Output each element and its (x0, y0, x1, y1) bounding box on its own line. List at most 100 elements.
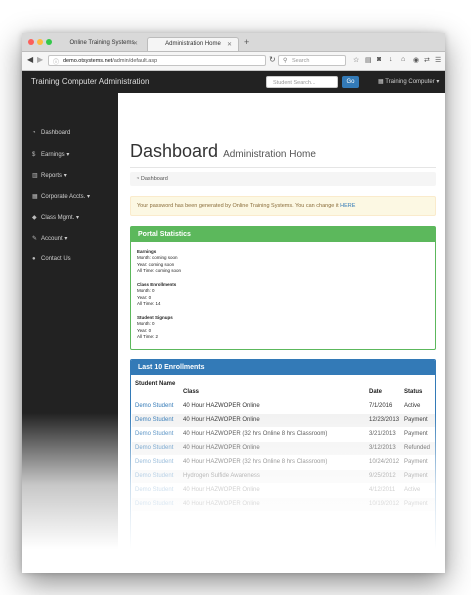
status-cell: Active (404, 487, 421, 493)
browser-tab-active[interactable]: Administration Home ✕ (147, 37, 239, 51)
main-content: Dashboard Administration Home ◔ Dashboar… (118, 93, 445, 573)
student-name-link[interactable]: Demo Student (135, 487, 173, 493)
student-name-link[interactable]: Demo Student (135, 501, 173, 507)
table-row: Demo Student 40 Hour HAZWOPER Online 7/1… (132, 400, 435, 413)
caret-down-icon: ▾ (87, 194, 91, 200)
sidebar-item-corporate-accts[interactable]: ▦ Corporate Accts. ▾ (32, 193, 90, 200)
class-cell: 40 Hour HAZWOPER (32 hrs Online 8 hrs Cl… (183, 431, 328, 437)
sidebar-item-earnings[interactable]: $ Earnings ▾ (32, 151, 69, 158)
date-cell: 9/25/2012 (369, 473, 396, 479)
sidebar-item-label: Dashboard (41, 130, 71, 136)
alert-text: Your password has been generated by Onli… (137, 203, 339, 209)
stat-all-time: All Time: coming soon (137, 267, 182, 273)
menu-icon[interactable]: ☰ (435, 56, 441, 64)
tab-label: Administration Home (165, 41, 221, 47)
dashboard-icon: ◔ (32, 130, 36, 136)
browser-toolbar: ◀ ▶ ⓘ demo.otsystems.net/admin/default.a… (22, 52, 445, 71)
maximize-window-icon[interactable] (46, 39, 52, 45)
share-icon[interactable]: ⇄ (424, 56, 430, 64)
sidebar-item-contact-us[interactable]: ● Contact Us (32, 256, 71, 262)
mortarboard-icon: ◆ (32, 215, 37, 221)
column-header-student-name: Student Name (135, 381, 176, 387)
sidebar-item-label: Contact Us (41, 256, 71, 262)
comment-icon: ● (32, 256, 36, 262)
minimize-window-icon[interactable] (37, 39, 43, 45)
reader-icon[interactable]: ▤ (365, 56, 372, 64)
student-name-link[interactable]: Demo Student (135, 459, 173, 465)
sidebar-item-dashboard[interactable]: ◔ Dashboard (32, 130, 70, 136)
date-cell: 3/12/2013 (369, 445, 396, 451)
status-cell: Payment (404, 501, 428, 507)
tab-label: Online Training Systems (69, 40, 135, 46)
breadcrumb: ◔ Dashboard (130, 172, 436, 186)
status-cell: Payment (404, 417, 428, 423)
pocket-icon[interactable]: ◙ (377, 56, 381, 63)
date-cell: 10/19/2012 (369, 501, 400, 507)
table-row: Demo Student 40 Hour HAZWOPER Online 4/1… (132, 484, 435, 497)
sidebar-item-class-mgmt[interactable]: ◆ Class Mgmt. ▾ (32, 214, 79, 221)
portal-statistics-panel: Portal Statistics Earnings Month: coming… (130, 226, 436, 350)
tab-close-icon[interactable]: ✕ (227, 41, 232, 48)
page-title-text: Dashboard (130, 141, 219, 161)
student-name-link[interactable]: Demo Student (135, 445, 173, 451)
panel-heading: Portal Statistics (131, 227, 435, 242)
student-name-link[interactable]: Demo Student (135, 473, 173, 479)
close-window-icon[interactable] (28, 39, 34, 45)
browser-search-input[interactable]: ⚲ Search (278, 55, 346, 66)
date-cell: 12/23/2013 (369, 417, 400, 423)
page-subtitle: Administration Home (223, 149, 316, 160)
table-row: Demo Student 40 Hour HAZWOPER Online 3/1… (132, 442, 435, 455)
browser-tab-bar: Online Training Systems ✕ Administration… (22, 33, 445, 52)
table-row: Demo Student 40 Hour HAZWOPER Online 12/… (132, 414, 435, 427)
sidebar-item-account[interactable]: ✎ Account ▾ (32, 235, 67, 242)
extension-icon[interactable]: ◉ (413, 56, 419, 64)
student-name-link[interactable]: Demo Student (135, 403, 173, 409)
stat-month: Month: coming soon (137, 255, 178, 261)
caret-down-icon: ▾ (76, 215, 80, 221)
back-icon[interactable]: ◀ (27, 55, 33, 64)
student-name-link[interactable]: Demo Student (135, 417, 173, 423)
browser-window-shadow: Online Training Systems ✕ Administration… (22, 33, 445, 573)
url-path: /admin/default.asp (112, 58, 158, 64)
earnings-stat: Earnings Month: coming soon Year: coming… (137, 249, 181, 274)
new-tab-icon[interactable]: + (244, 37, 249, 47)
status-cell: Payment (404, 431, 428, 437)
app-navbar: Training Computer Administration Student… (22, 71, 445, 93)
caret-down-icon: ▾ (436, 79, 440, 85)
table-row: Demo Student 40 Hour HAZWOPER (32 hrs On… (132, 456, 435, 469)
table-row: Demo Student Hydrogen Sulfide Awareness … (132, 470, 435, 483)
sidebar-item-label: Account (41, 236, 63, 242)
class-cell: 40 Hour HAZWOPER Online (183, 403, 260, 409)
date-cell: 4/12/2011 (369, 487, 396, 493)
search-icon: ⚲ (283, 58, 288, 64)
student-name-link[interactable]: Demo Student (135, 431, 173, 437)
class-cell: 40 Hour HAZWOPER Online (183, 417, 260, 423)
home-icon[interactable]: ⌂ (401, 56, 405, 63)
browser-tab-inactive[interactable]: Online Training Systems ✕ (60, 37, 144, 51)
sidebar: ◔ Dashboard $ Earnings ▾ ▥ Reports ▾ ▦ Corpo… (22, 93, 118, 573)
student-search-input[interactable]: Student Search... (266, 76, 338, 88)
info-icon: ⓘ (53, 60, 60, 66)
user-menu[interactable]: ▦ Training Computer ▾ (378, 78, 439, 85)
dashboard-icon: ◔ (136, 176, 140, 182)
date-cell: 7/1/2016 (369, 403, 393, 409)
url-bar[interactable]: ⓘ demo.otsystems.net/admin/default.asp (48, 55, 266, 66)
sidebar-item-reports[interactable]: ▥ Reports ▾ (32, 172, 67, 179)
class-cell: 40 Hour HAZWOPER Online (183, 487, 260, 493)
reload-icon[interactable]: ↻ (269, 55, 276, 64)
class-cell: 40 Hour HAZWOPER Online (183, 445, 260, 451)
bookmark-star-icon[interactable]: ☆ (353, 56, 359, 64)
stat-all-time: All Time: 2 (137, 333, 159, 339)
caret-down-icon: ▾ (63, 173, 67, 179)
tab-close-icon[interactable]: ✕ (133, 40, 138, 47)
sidebar-item-label: Earnings (41, 152, 65, 158)
building-icon: ▦ (378, 79, 384, 85)
go-button[interactable]: Go (342, 76, 359, 88)
building-icon: ▦ (32, 194, 38, 200)
change-password-link[interactable]: HERE (340, 203, 355, 209)
app-brand[interactable]: Training Computer Administration (31, 77, 149, 86)
downloads-icon[interactable]: ↓ (389, 56, 393, 63)
column-header-date: Date (369, 389, 383, 395)
table-row: Demo Student 40 Hour HAZWOPER Online 10/… (132, 498, 435, 511)
forward-icon[interactable]: ▶ (37, 55, 43, 64)
